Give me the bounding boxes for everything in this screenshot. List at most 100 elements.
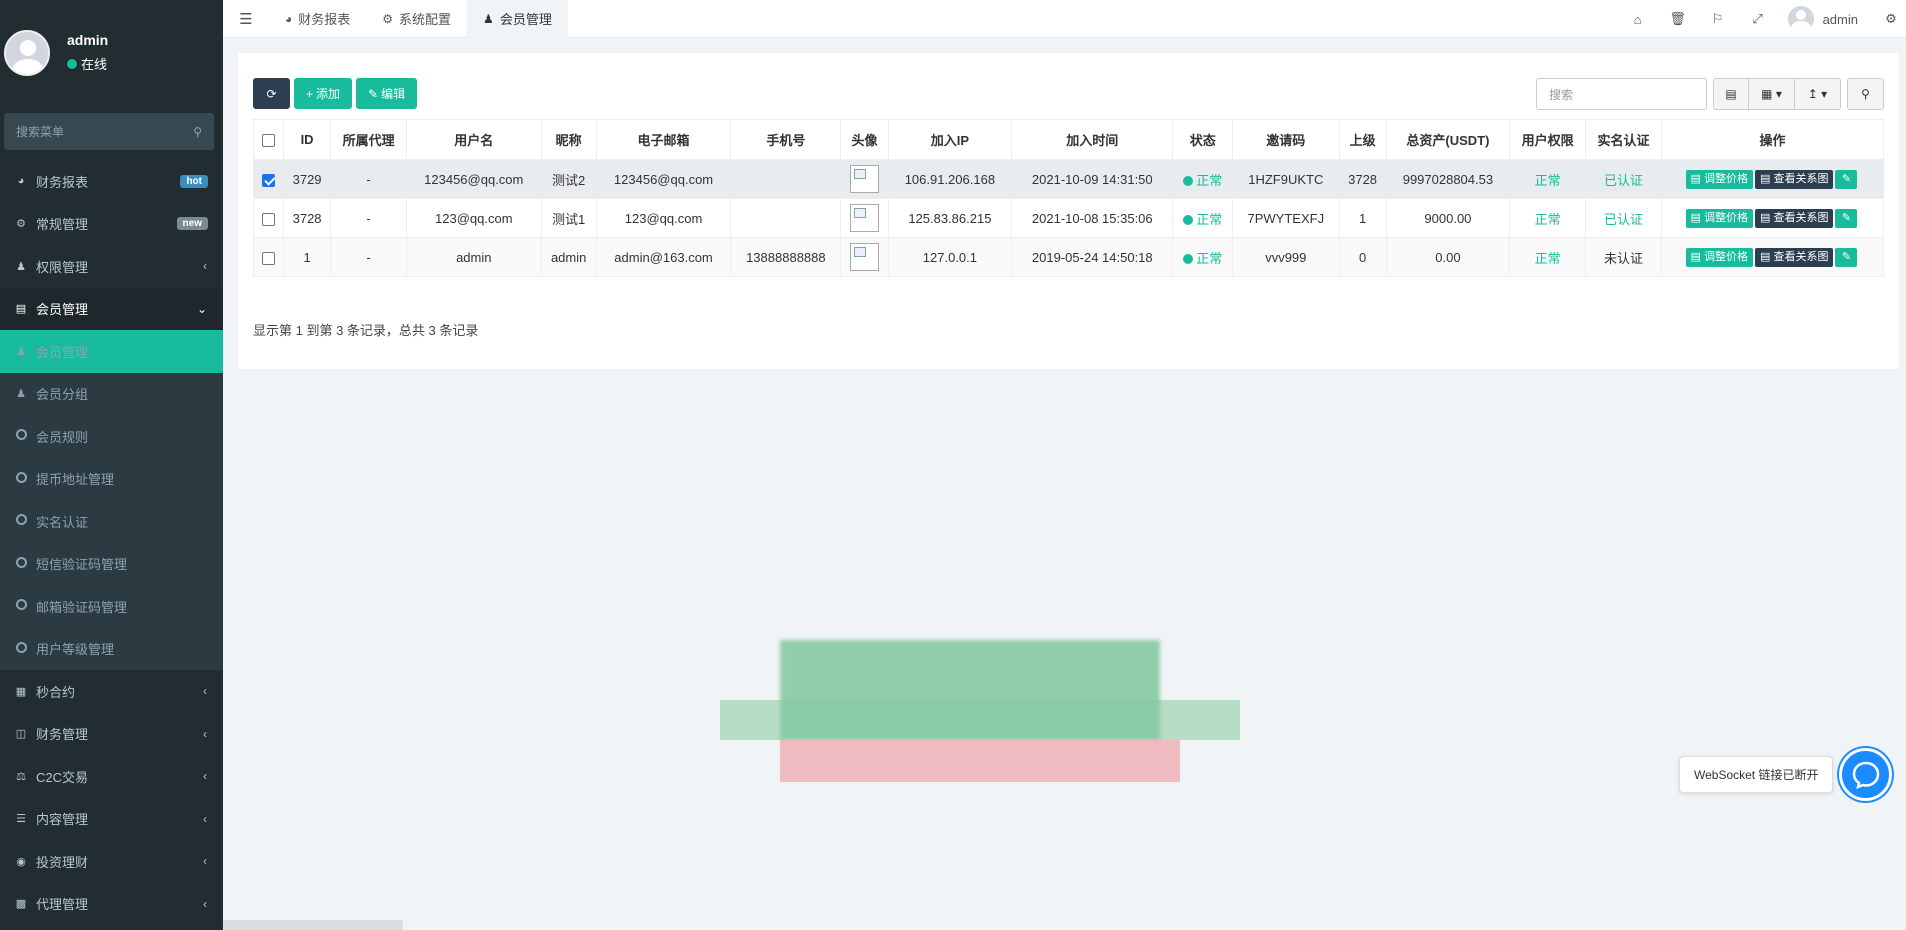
cell-permission[interactable]: 正常 (1509, 198, 1587, 238)
columns-button[interactable]: ▦ ▾ (1749, 78, 1795, 110)
chat-icon (1852, 761, 1879, 789)
refresh-button[interactable]: ⟳ (253, 78, 290, 109)
status-dot-icon (1183, 214, 1194, 225)
row-edit-button[interactable]: ✎ (1835, 169, 1858, 189)
adjust-price-button[interactable]: ▤ 调整价格 (1685, 247, 1753, 267)
col-header[interactable]: 昵称 (540, 119, 597, 160)
col-header[interactable]: 用户名 (406, 119, 542, 160)
pencil-icon: ✎ (1841, 250, 1852, 263)
home-icon[interactable]: ⌂ (1618, 12, 1658, 27)
edit-button[interactable]: ✎ 编辑 (356, 78, 418, 109)
table-row[interactable]: 1- admin admin admin@163.com 13888888888 127.… (253, 237, 1884, 277)
cell-id: 3728 (282, 198, 332, 238)
col-header[interactable]: 加入时间 (1011, 119, 1174, 160)
toggle-view-button[interactable]: ▤ (1713, 78, 1749, 110)
table-row[interactable]: 3729-123456@qq.com 测试2 123456@qq.com 106.91… (253, 159, 1884, 199)
cell-username: admin (406, 237, 542, 277)
sidebar-item-investment[interactable]: ◉ 投资理财 ‹ (0, 840, 223, 883)
cell-id: 3729 (282, 159, 332, 199)
cell-realname: 未认证 (1585, 237, 1662, 277)
broken-image-icon[interactable] (849, 243, 879, 271)
view-relation-button[interactable]: ▤ 查看关系图 (1755, 208, 1834, 228)
cogs-icon[interactable]: ⚙ (1876, 11, 1906, 27)
cell-permission[interactable]: 正常 (1509, 237, 1587, 277)
adjust-price-button[interactable]: ▤ 调整价格 (1685, 208, 1753, 228)
cell-avatar (840, 237, 889, 277)
chat-bubble-button[interactable] (1839, 748, 1892, 801)
sidebar-search-input[interactable]: 搜索菜单 ⚲ (4, 113, 214, 150)
row-checkbox[interactable] (262, 212, 275, 226)
row-edit-button[interactable]: ✎ (1835, 208, 1858, 228)
sidebar-item-permission[interactable]: ♟ 权限管理 ‹ (0, 245, 223, 288)
col-header[interactable]: 头像 (840, 119, 889, 160)
export-button[interactable]: ↥ ▾ (1795, 78, 1841, 110)
select-all-checkbox[interactable] (262, 134, 275, 148)
col-header[interactable]: ID (282, 119, 332, 160)
cell-permission[interactable]: 正常 (1509, 159, 1587, 199)
search-toggle-button[interactable]: ⚲ (1847, 78, 1884, 110)
row-checkbox[interactable] (262, 251, 275, 265)
sidebar-subitem-member-rule[interactable]: 会员规则 (0, 415, 223, 458)
col-header[interactable]: 状态 (1172, 119, 1234, 160)
scrollbar[interactable] (223, 920, 403, 930)
tab-member-manage[interactable]: ♟ 会员管理 (467, 0, 568, 38)
sidebar-subitem-sms-code[interactable]: 短信验证码管理 (0, 543, 223, 586)
table-row[interactable]: 3728-123@qq.com 测试1 123@qq.com 125.83.86.21… (253, 198, 1884, 238)
sidebar-subitem-member-group[interactable]: ♟ 会员分组 (0, 373, 223, 416)
col-header[interactable]: 邀请码 (1232, 119, 1340, 160)
col-header[interactable]: 所属代理 (330, 119, 407, 160)
circle-icon (15, 641, 27, 653)
sidebar-subitem-realname[interactable]: 实名认证 (0, 500, 223, 543)
tab-system-config[interactable]: ⚙ 系统配置 (366, 0, 467, 38)
cell-time: 2021-10-08 15:35:06 (1011, 198, 1174, 238)
broken-image-icon[interactable] (849, 165, 879, 193)
view-relation-button[interactable]: ▤ 查看关系图 (1755, 169, 1834, 189)
sidebar-item-second-contract[interactable]: ▦ 秒合约 ‹ (0, 670, 223, 713)
col-header[interactable]: 手机号 (730, 119, 842, 160)
list-icon: ▤ (1690, 211, 1704, 224)
sidebar-item-member[interactable]: ▤ 会员管理 ⌄ (0, 287, 223, 330)
cell-agent: - (330, 159, 407, 199)
menu-toggle-icon[interactable]: ☰ (223, 10, 269, 28)
sidebar-subitem-withdraw-address[interactable]: 提币地址管理 (0, 458, 223, 501)
col-header[interactable]: 总资产(USDT) (1385, 119, 1511, 160)
cell-parent: 3728 (1338, 159, 1387, 199)
row-select-cell (253, 198, 284, 238)
chevron-down-icon: ⌄ (196, 301, 207, 316)
view-relation-button[interactable]: ▤ 查看关系图 (1755, 247, 1834, 267)
col-header[interactable]: 加入IP (887, 119, 1013, 160)
sidebar-item-c2c[interactable]: ⚖ C2C交易 ‹ (0, 755, 223, 798)
sidebar-item-finance-manage[interactable]: ◫ 财务管理 ‹ (0, 713, 223, 756)
broken-image-icon[interactable] (849, 204, 879, 232)
sidebar-item-general[interactable]: ⚙ 常规管理 new (0, 203, 223, 246)
add-button[interactable]: + 添加 (294, 78, 353, 109)
sidebar-subitem-email-code[interactable]: 邮箱验证码管理 (0, 585, 223, 628)
row-checkbox[interactable] (262, 173, 275, 187)
col-header[interactable]: 电子邮箱 (595, 119, 732, 160)
sidebar-item-content[interactable]: ☰ 内容管理 ‹ (0, 798, 223, 841)
trash-icon[interactable]: 🗑 (1658, 11, 1698, 27)
fullscreen-icon[interactable]: ⤢ (1738, 11, 1778, 27)
top-user-menu[interactable]: admin (1787, 6, 1858, 32)
sidebar-item-agent[interactable]: ▩ 代理管理 ‹ (0, 883, 223, 926)
sidebar-subitem-user-level[interactable]: 用户等级管理 (0, 628, 223, 671)
cell-agent: - (330, 237, 407, 277)
search-input[interactable]: 搜索 (1536, 78, 1707, 110)
col-header[interactable]: 实名认证 (1585, 119, 1662, 160)
col-header[interactable]: 用户权限 (1509, 119, 1587, 160)
tab-finance-report[interactable]: ◕ 财务报表 (269, 0, 366, 38)
adjust-price-button[interactable]: ▤ 调整价格 (1685, 169, 1753, 189)
list-icon: ▤ (1760, 172, 1774, 185)
col-header[interactable]: 上级 (1338, 119, 1387, 160)
circle-icon (15, 599, 27, 611)
sidebar-subitem-member-manage[interactable]: ♟ 会员管理 (0, 330, 223, 373)
sidebar: admin 在线 搜索菜单 ⚲ ◕ 财务报表 hot ⚙ 常规管理 new ♟ … (0, 0, 223, 930)
cell-parent: 0 (1338, 237, 1387, 277)
plus-icon: + (306, 86, 314, 101)
calendar-icon: ▦ (15, 685, 27, 698)
row-edit-button[interactable]: ✎ (1835, 247, 1858, 267)
sidebar-item-finance-report[interactable]: ◕ 财务报表 hot (0, 160, 223, 203)
translate-icon[interactable]: ⚐ (1698, 11, 1738, 27)
list-icon: ▤ (1690, 172, 1704, 185)
user-panel: admin 在线 (0, 0, 223, 105)
